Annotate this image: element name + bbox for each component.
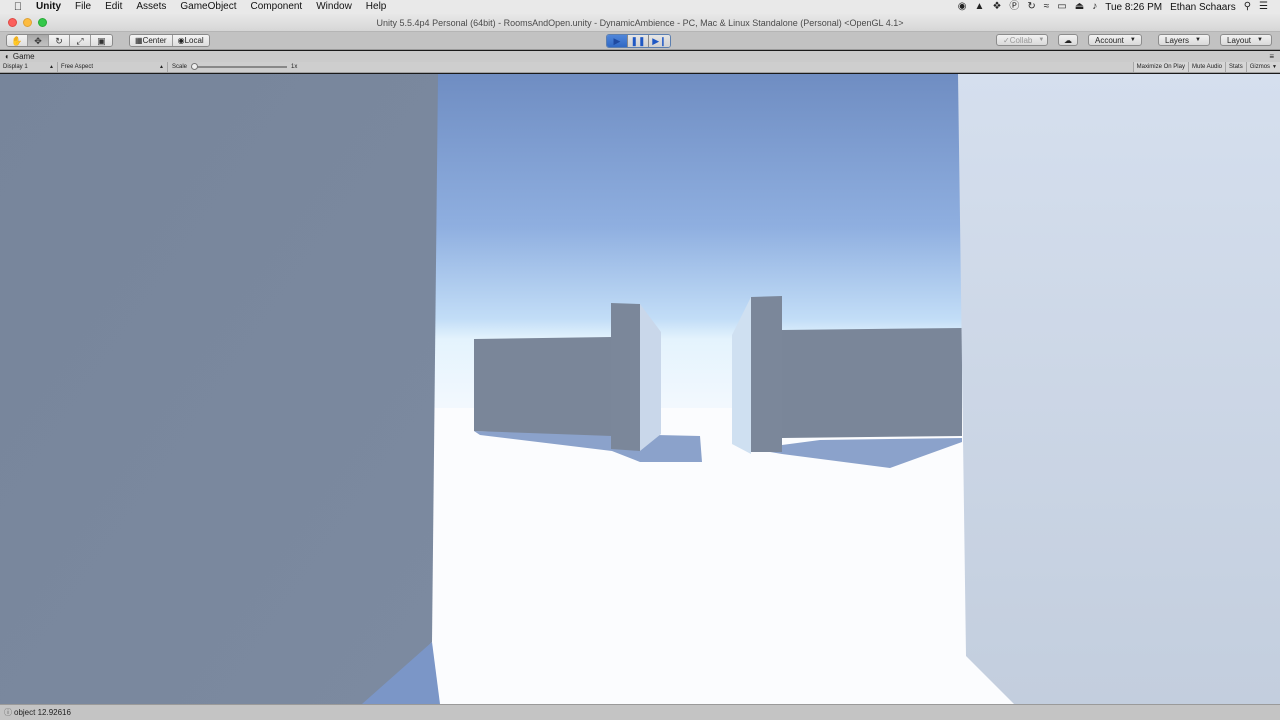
tab-options-icon[interactable]: ≡ [1269, 52, 1280, 61]
console-info-icon[interactable]: ⓘ [4, 707, 12, 718]
chevron-down-icon: ▼ [1272, 64, 1277, 70]
mac-menu-bar:  Unity File Edit Assets GameObject Comp… [0, 0, 1280, 14]
airplay-icon[interactable]: ▭ [1057, 0, 1066, 14]
step-button-icon[interactable]: ▶❙ [649, 35, 670, 47]
vpn-icon[interactable]: ▲ [975, 0, 985, 14]
pivot-center-icon: ▦ [135, 36, 143, 45]
rect-tool-icon[interactable]: ▣ [91, 35, 112, 46]
gizmos-dropdown[interactable]: Gizmos ▼ [1245, 62, 1280, 72]
wifi-icon[interactable]: ≈ [1044, 0, 1050, 14]
pause-button-icon[interactable]: ❚❚ [628, 35, 649, 47]
chevron-updown-icon: ▲ [49, 64, 54, 70]
layers-dropdown[interactable]: Layers ▼ [1158, 34, 1210, 46]
menu-unity[interactable]: Unity [36, 0, 68, 14]
notification-center-icon[interactable]: ☰ [1259, 0, 1268, 14]
volume-icon[interactable]: ♪ [1092, 0, 1097, 14]
globe-icon: ◉ [177, 36, 185, 45]
chevron-down-icon: ▼ [1129, 36, 1136, 43]
chevron-down-icon: ▼ [1195, 36, 1201, 43]
play-button-icon[interactable]: ▶ [607, 35, 628, 47]
aspect-label: Free Aspect [61, 64, 94, 70]
eject-icon[interactable]: ⏏ [1075, 0, 1084, 14]
scale-slider[interactable] [191, 63, 288, 70]
pivot-toggles: ▦Center ◉Local [129, 34, 210, 47]
time-machine-icon[interactable]: ↻ [1027, 0, 1035, 14]
stats-toggle[interactable]: Stats [1225, 62, 1246, 72]
chevron-updown-icon: ▲ [159, 64, 164, 70]
game-controller-icon: ◐ [5, 52, 10, 61]
maximize-window-button[interactable] [38, 18, 47, 27]
scale-slider-handle[interactable] [191, 63, 199, 70]
window-controls [0, 18, 60, 27]
apple-icon[interactable]:  [0, 1, 36, 13]
menu-edit[interactable]: Edit [98, 0, 129, 14]
menu-user[interactable]: Ethan Schaars [1170, 2, 1236, 13]
left-structure-pillar-front [611, 303, 640, 451]
game-view-toolbar: Display 1 ▲ Free Aspect ▲ Scale 1x Maximiz… [0, 62, 1280, 73]
collab-label: Collab [1009, 35, 1033, 45]
menu-clock[interactable]: Tue 8:26 PM [1105, 2, 1162, 13]
minimize-window-button[interactable] [23, 18, 32, 27]
cloud-icon: ☁ [1064, 35, 1072, 45]
gizmos-label: Gizmos [1249, 64, 1271, 70]
scale-label: Scale [172, 64, 188, 70]
rotate-tool-icon[interactable]: ↻ [49, 35, 70, 46]
layers-label: Layers [1165, 35, 1190, 45]
close-window-button[interactable] [8, 18, 17, 27]
pivot-local-button[interactable]: ◉Local [172, 35, 209, 46]
chevron-down-icon: ▼ [1038, 36, 1045, 43]
aspect-select[interactable]: Free Aspect ▲ [58, 62, 168, 72]
status-bar: ⓘ object 12.92616 [0, 704, 1280, 720]
game-scene [0, 74, 1280, 704]
status-message[interactable]: object 12.92616 [14, 708, 71, 717]
menu-gameobject[interactable]: GameObject [173, 0, 243, 14]
game-view-viewport[interactable] [0, 74, 1280, 704]
right-structure-long-face [782, 328, 962, 438]
display-label: Display 1 [3, 64, 28, 70]
hand-tool-icon[interactable]: ✋ [7, 35, 28, 46]
menu-help[interactable]: Help [359, 0, 394, 14]
collab-dropdown[interactable]: ✓ Collab ▼ [996, 34, 1048, 46]
chevron-down-icon: ▼ [1257, 36, 1263, 43]
window-title-bar: Unity 5.5.4p4 Personal (64bit) - RoomsAn… [0, 14, 1280, 32]
right-structure-pillar-front [751, 296, 782, 452]
mute-audio-toggle[interactable]: Mute Audio [1187, 62, 1226, 72]
tab-game[interactable]: ◐ Game [0, 52, 35, 61]
left-wall [0, 74, 438, 704]
cloud-services-button[interactable]: ☁ [1058, 34, 1078, 46]
bluetooth-icon[interactable]: Ⓟ [1009, 0, 1019, 14]
pivot-local-label: Local [184, 36, 204, 45]
left-structure-long-face [474, 337, 612, 436]
scale-value: 1x [291, 64, 298, 70]
layout-label: Layout [1227, 35, 1252, 45]
scale-tool-icon[interactable]: ⤢ [70, 35, 91, 46]
menu-file[interactable]: File [68, 0, 98, 14]
game-view-toggles: Maximize On Play Mute Audio Stats Gizmos… [1132, 62, 1280, 72]
move-tool-icon[interactable]: ✥ [28, 35, 49, 46]
scale-control: Scale 1x [168, 63, 308, 70]
tab-game-label: Game [12, 52, 35, 61]
dropbox-icon[interactable]: ❖ [992, 0, 1001, 14]
menu-assets[interactable]: Assets [129, 0, 173, 14]
pivot-center-label: Center [142, 36, 167, 45]
pivot-center-button[interactable]: ▦Center [130, 35, 173, 46]
spotlight-search-icon[interactable]: ⚲ [1244, 0, 1251, 14]
record-icon[interactable]: ◉ [958, 0, 967, 14]
unity-toolbar: ✋ ✥ ↻ ⤢ ▣ ▦Center ◉Local ▶ ❚❚ ▶❙ ✓ Collab… [0, 32, 1280, 50]
account-label: Account [1095, 35, 1124, 45]
maximize-on-play-toggle[interactable]: Maximize On Play [1132, 62, 1188, 72]
layout-dropdown[interactable]: Layout ▼ [1220, 34, 1272, 46]
display-select[interactable]: Display 1 ▲ [0, 62, 58, 72]
window-title: Unity 5.5.4p4 Personal (64bit) - RoomsAn… [376, 17, 904, 28]
menu-window[interactable]: Window [309, 0, 359, 14]
menu-extras: ◉ ▲ ❖ Ⓟ ↻ ≈ ▭ ⏏ ♪ Tue 8:26 PM Ethan Scha… [958, 0, 1280, 14]
toolbar-right: ✓ Collab ▼ ☁ Account ▼ Layers ▼ Layout ▼ [996, 34, 1272, 48]
menu-component[interactable]: Component [244, 0, 310, 14]
collab-check-icon: ✓ [1003, 35, 1010, 45]
account-dropdown[interactable]: Account ▼ [1088, 34, 1142, 46]
game-tab-header: ◐ Game ≡ [0, 51, 1280, 62]
transform-tools: ✋ ✥ ↻ ⤢ ▣ [6, 34, 113, 47]
right-wall [958, 74, 1280, 704]
play-controls: ▶ ❚❚ ▶❙ [606, 34, 671, 48]
